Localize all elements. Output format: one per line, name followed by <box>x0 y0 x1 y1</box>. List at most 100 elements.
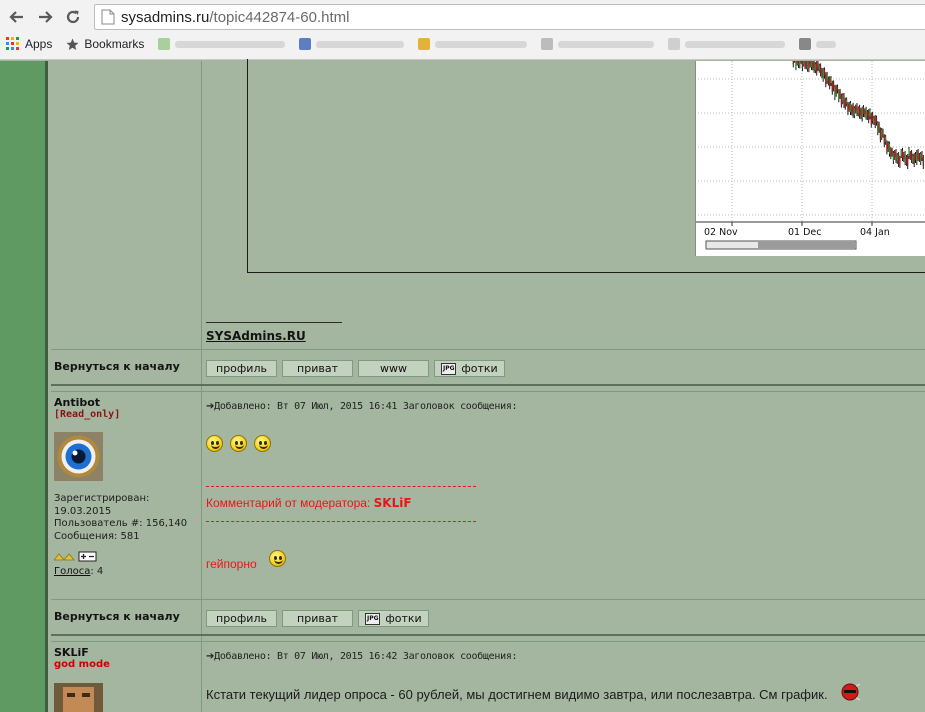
votes-value: : 4 <box>90 566 104 577</box>
candle-body <box>886 142 888 152</box>
x-tick-label-nov: 02 Nov <box>704 227 738 238</box>
votes: Голоса: 4 <box>54 566 103 577</box>
photos-button[interactable]: JPG фотки <box>358 610 429 627</box>
candle-body <box>857 108 859 114</box>
candle-body <box>890 149 892 157</box>
profile-button[interactable]: профиль <box>206 610 277 627</box>
blurred-bookmark[interactable] <box>158 38 286 50</box>
apps-grid-icon <box>6 37 19 50</box>
back-to-top-link[interactable]: Вернуться к началу <box>54 360 180 373</box>
row-divider <box>51 349 925 350</box>
smiley-icon <box>206 435 223 452</box>
moderator-comment-rule <box>206 521 476 522</box>
candle-body <box>888 143 891 154</box>
photos-button[interactable]: JPG фотки <box>434 360 505 377</box>
candle-body <box>869 110 871 117</box>
candle-body <box>810 59 813 67</box>
private-message-button[interactable]: приват <box>282 610 353 627</box>
post-body: гейпорно <box>206 557 257 571</box>
candle-body <box>831 82 833 92</box>
column-divider <box>201 61 202 712</box>
candle-body <box>827 78 829 83</box>
candle-body <box>894 152 896 157</box>
candle-body <box>849 103 852 112</box>
chart-scrollbar-thumb[interactable] <box>758 242 856 248</box>
candle-body <box>842 95 844 102</box>
post-header: ➔Добавлено: Вт 07 Июл, 2015 16:41 Заголо… <box>206 401 518 412</box>
candle-body <box>895 151 897 160</box>
post-link-arrow-icon[interactable]: ➔ <box>206 651 214 662</box>
moderator-comment-label: Комментарий от модератора: <box>206 496 374 510</box>
signature-link[interactable]: SYSAdmins.RU <box>206 329 306 343</box>
candle-body <box>852 104 854 115</box>
candle-body <box>834 87 836 98</box>
post-link-arrow-icon[interactable]: ➔ <box>206 401 214 412</box>
candle-body <box>839 90 841 96</box>
candle-body <box>908 149 910 156</box>
bookmark-apps[interactable]: Apps <box>6 37 52 51</box>
browser-toolbar: sysadmins.ru/topic442874-60.html Apps Bo… <box>0 0 925 60</box>
post-separator <box>51 384 925 386</box>
post-body: Кстати текущий лидер опроса - 60 рублей,… <box>206 687 828 702</box>
candle-body <box>847 104 849 113</box>
url-text[interactable]: sysadmins.ru/topic442874-60.html <box>121 9 349 26</box>
forum-thread: 02 Nov 01 Dec 04 Jan SYSAdmins.RU Вернут… <box>51 51 925 712</box>
back-button[interactable] <box>6 6 28 28</box>
photos-button-label: фотки <box>385 612 422 625</box>
candle-body <box>911 152 913 160</box>
candle-body <box>848 103 850 109</box>
chart-svg: 02 Nov 01 Dec 04 Jan <box>696 51 925 250</box>
candle-body <box>809 60 811 65</box>
reload-button[interactable] <box>62 6 84 28</box>
candle-body <box>812 62 814 68</box>
blurred-bookmark[interactable] <box>299 38 405 50</box>
candle-body <box>817 61 819 68</box>
back-to-top-link[interactable]: Вернуться к началу <box>54 610 180 623</box>
profile-button[interactable]: профиль <box>206 360 277 377</box>
address-bar[interactable]: sysadmins.ru/topic442874-60.html <box>94 4 925 30</box>
left-rail <box>0 61 48 712</box>
candle-body <box>804 57 806 66</box>
candle-body <box>914 154 917 160</box>
candle-body <box>846 99 848 104</box>
forward-button[interactable] <box>34 6 56 28</box>
blurred-bookmark[interactable] <box>418 38 528 50</box>
candle-body <box>855 106 857 111</box>
blurred-bookmark[interactable] <box>799 38 837 50</box>
candle-body <box>792 56 794 65</box>
registered-label: Зарегистрирован: <box>54 493 150 504</box>
avatar[interactable] <box>54 683 103 712</box>
candle-body <box>835 86 837 94</box>
row-divider <box>51 641 925 642</box>
candle-body <box>878 123 880 130</box>
candle-body <box>805 60 807 67</box>
jpg-photo-icon: JPG <box>365 612 381 625</box>
url-host: sysadmins.ru <box>121 8 210 26</box>
arrow-left-icon <box>9 11 23 23</box>
candle-body <box>887 143 889 149</box>
photos-button-label: фотки <box>461 362 498 375</box>
blurred-bookmark[interactable] <box>541 38 655 50</box>
private-message-button[interactable]: приват <box>282 360 353 377</box>
post-author-name[interactable]: Antibot <box>54 396 100 409</box>
row-divider <box>51 391 925 392</box>
x-tick-label-dec: 01 Dec <box>788 227 822 238</box>
www-button[interactable]: www <box>358 360 429 377</box>
candle-body <box>921 153 923 158</box>
candle-body <box>836 86 839 91</box>
jpg-photo-icon: JPG <box>441 362 457 375</box>
registered-info: Зарегистрирован: 19.03.2015 Пользователь… <box>54 493 187 543</box>
blurred-bookmark[interactable] <box>668 38 786 50</box>
candle-body <box>853 108 855 116</box>
bookmark-bookmarks[interactable]: Bookmarks <box>66 37 144 51</box>
candle-body <box>892 153 894 161</box>
candle-body <box>826 73 828 81</box>
votes-link[interactable]: Голоса <box>54 566 90 577</box>
candle-body <box>905 157 907 163</box>
post-author-name[interactable]: SKLiF <box>54 646 89 659</box>
avatar[interactable] <box>54 432 103 481</box>
candle-body <box>918 155 920 159</box>
candle-body <box>916 152 918 162</box>
moderator-comment-rule <box>206 486 476 487</box>
candle-body <box>896 155 898 161</box>
